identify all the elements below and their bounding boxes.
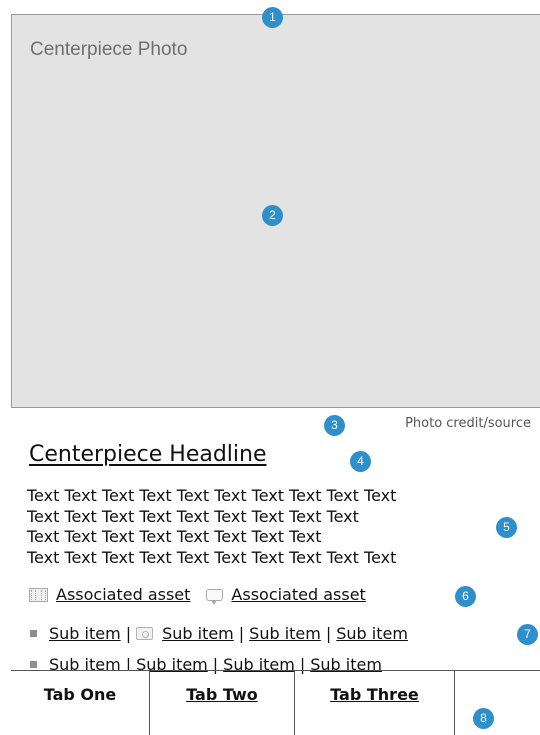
marker-4: 4 xyxy=(350,451,371,472)
marker-6: 6 xyxy=(455,586,476,607)
associated-asset-link[interactable]: Associated asset xyxy=(56,585,190,604)
tab-one[interactable]: Tab One xyxy=(11,671,150,735)
separator: | xyxy=(325,624,332,643)
tab-three[interactable]: Tab Three xyxy=(295,671,455,735)
bullet-icon xyxy=(30,630,37,637)
associated-asset-link[interactable]: Associated asset xyxy=(231,585,365,604)
marker-7: 7 xyxy=(517,624,538,645)
sub-item-link[interactable]: Sub item xyxy=(49,624,121,643)
body-line: Text Text Text Text Text Text Text Text … xyxy=(27,547,397,567)
separator: | xyxy=(238,624,245,643)
headline-link[interactable]: Centerpiece Headline xyxy=(29,442,267,467)
sub-item-row: Sub item | Sub item | Sub item | Sub ite… xyxy=(30,624,408,643)
separator: | xyxy=(125,624,132,643)
associated-assets: Associated asset Associated asset xyxy=(29,585,366,605)
marker-1: 1 xyxy=(262,7,283,28)
marker-8: 8 xyxy=(473,708,494,729)
tab-two[interactable]: Tab Two xyxy=(150,671,295,735)
film-icon xyxy=(29,587,48,602)
marker-5: 5 xyxy=(496,517,517,538)
camera-icon xyxy=(136,627,154,640)
bullet-icon xyxy=(30,661,37,668)
tab-bar: Tab One Tab Two Tab Three xyxy=(11,670,540,735)
sub-item-link[interactable]: Sub item xyxy=(162,624,234,643)
body-line: Text Text Text Text Text Text Text Text xyxy=(27,527,322,546)
marker-3: 3 xyxy=(324,415,345,436)
sub-item-link[interactable]: Sub item xyxy=(336,624,408,643)
photo-label: Centerpiece Photo xyxy=(30,39,188,60)
body-line: Text Text Text Text Text Text Text Text … xyxy=(27,506,359,526)
comment-icon xyxy=(206,588,224,605)
photo-credit: Photo credit/source xyxy=(405,416,531,431)
body-text: Text Text Text Text Text Text Text Text … xyxy=(27,486,396,568)
sub-item-link[interactable]: Sub item xyxy=(249,624,321,643)
marker-2: 2 xyxy=(262,205,283,226)
body-line: Text Text Text Text Text Text Text Text … xyxy=(27,486,397,505)
